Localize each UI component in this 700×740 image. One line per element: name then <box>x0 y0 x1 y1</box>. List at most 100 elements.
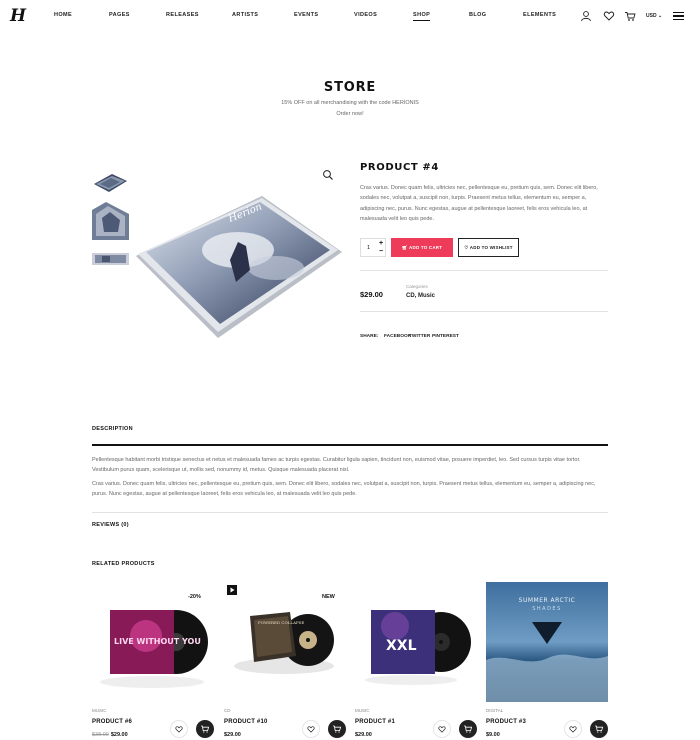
heart-icon: ♡ <box>464 245 469 250</box>
add-to-cart-button[interactable] <box>590 720 608 738</box>
nav-blog[interactable]: BLOG <box>469 12 487 18</box>
wishlist-button[interactable] <box>564 720 582 738</box>
product-title: PRODUCT #4 <box>360 162 439 173</box>
product-category[interactable]: CD <box>224 708 231 713</box>
nav-videos[interactable]: VIDEOS <box>354 12 377 18</box>
add-to-cart-label: ADD TO CART <box>409 245 443 250</box>
cover-subtext: SHADES <box>532 606 562 612</box>
share-twitter[interactable]: TWITTER <box>409 334 430 339</box>
main-nav: HOME PAGES RELEASES ARTISTS EVENTS VIDEO… <box>0 12 700 24</box>
cover-text: SUMMER ARCTIC <box>519 597 576 604</box>
new-badge: NEW <box>322 594 335 600</box>
quantity-decrease[interactable]: − <box>379 248 383 255</box>
cart-icon <box>464 725 473 733</box>
heart-icon <box>307 726 315 733</box>
categories-value[interactable]: CD, Music <box>406 293 435 299</box>
quantity-increase[interactable]: + <box>379 240 383 247</box>
related-product-card[interactable]: LIVE WITHOUT YOU -20% MUSIC PRODUCT #6 $… <box>92 582 214 740</box>
cart-icon[interactable] <box>624 10 636 22</box>
product-price: $29.00 <box>360 290 383 299</box>
page-title: STORE <box>323 80 377 95</box>
nav-elements[interactable]: ELEMENTS <box>523 12 556 18</box>
nav-artists[interactable]: ARTISTS <box>232 12 258 18</box>
play-icon[interactable] <box>227 585 237 595</box>
cart-icon <box>595 725 604 733</box>
heart-icon[interactable] <box>603 10 615 22</box>
product-description: Cras varius. Donec quam felis, ultricies… <box>360 185 598 223</box>
divider <box>360 311 608 312</box>
add-to-wishlist-label: ADD TO WISHLIST <box>469 245 513 250</box>
gallery-thumb-3[interactable] <box>92 251 129 267</box>
current-price: $29.00 <box>110 732 128 738</box>
nav-releases[interactable]: RELEASES <box>166 12 199 18</box>
product-image[interactable]: LIVE WITHOUT YOU <box>92 582 214 702</box>
product-category[interactable]: MUSIC <box>355 708 370 713</box>
categories-label: Categories <box>406 284 428 289</box>
description-paragraph-1: Pellentesque habitant morbi tristique se… <box>92 457 581 474</box>
product-name[interactable]: PRODUCT #3 <box>486 719 526 725</box>
discount-badge: -20% <box>188 594 201 600</box>
share-label: Share: <box>360 334 379 339</box>
divider <box>92 512 608 513</box>
product-price: $29.00 <box>355 732 372 738</box>
old-price: $38.00 <box>92 732 109 738</box>
tab-reviews[interactable]: REVIEWS (0) <box>92 522 129 528</box>
product-category[interactable]: MUSIC <box>92 708 107 713</box>
heart-icon <box>569 726 577 733</box>
site-header: H HOME PAGES RELEASES ARTISTS EVENTS VID… <box>0 0 700 34</box>
cart-icon <box>333 725 342 733</box>
gallery-thumb-2[interactable] <box>92 202 129 240</box>
product-price: $9.00 <box>486 732 500 738</box>
product-image[interactable]: POWERED COLLAPSE <box>224 582 346 702</box>
user-icon[interactable] <box>580 10 592 22</box>
nav-home[interactable]: HOME <box>54 12 72 18</box>
related-product-card[interactable]: POWERED COLLAPSE NEW CD PRODUCT #10 $29.… <box>224 582 346 740</box>
description-paragraph-2: Cras varius. Donec quam felis, ultricies… <box>92 481 596 498</box>
related-product-card[interactable]: SUMMER ARCTIC SHADES DIGITAL PRODUCT #3 … <box>486 582 608 740</box>
cover-text: LIVE WITHOUT YOU <box>114 637 201 646</box>
gallery-thumb-1[interactable] <box>92 170 129 194</box>
add-to-cart-button[interactable] <box>196 720 214 738</box>
quantity-stepper[interactable]: 1 + − <box>360 238 386 257</box>
wishlist-button[interactable] <box>302 720 320 738</box>
product-price: $29.00 <box>224 732 241 738</box>
heart-icon <box>438 726 446 733</box>
product-image[interactable]: SUMMER ARCTIC SHADES <box>486 582 608 702</box>
menu-icon[interactable] <box>673 12 684 22</box>
cover-text: XXL <box>386 638 417 654</box>
zoom-icon[interactable] <box>322 169 334 181</box>
related-products-title: RELATED PRODUCTS <box>92 561 155 567</box>
add-to-cart-button[interactable]: 🛒︎ ADD TO CART <box>391 238 453 257</box>
tab-underline <box>92 444 608 446</box>
heart-icon <box>175 726 183 733</box>
promo-cta: Order now! <box>336 111 364 117</box>
promo-text: 15% OFF on all merchandising with the co… <box>281 100 419 106</box>
nav-events[interactable]: EVENTS <box>294 12 318 18</box>
divider <box>360 270 608 271</box>
nav-pages[interactable]: PAGES <box>109 12 130 18</box>
cart-icon: 🛒︎ <box>401 245 408 250</box>
wishlist-button[interactable] <box>170 720 188 738</box>
wishlist-button[interactable] <box>433 720 451 738</box>
add-to-wishlist-button[interactable]: ♡ ADD TO WISHLIST <box>458 238 519 257</box>
share-pinterest[interactable]: PINTEREST <box>432 334 459 339</box>
share-facebook[interactable]: FACEBOOK <box>384 334 411 339</box>
product-main-image[interactable]: Herion <box>134 190 344 340</box>
product-name[interactable]: PRODUCT #1 <box>355 719 395 725</box>
product-price: $38.00 $29.00 <box>92 732 128 738</box>
currency-label: USD <box>646 13 657 19</box>
tab-description[interactable]: DESCRIPTION <box>92 426 133 432</box>
chevron-down-icon: ⌄ <box>657 13 663 19</box>
related-product-card[interactable]: XXL MUSIC PRODUCT #1 $29.00 <box>355 582 477 740</box>
cover-text: POWERED COLLAPSE <box>258 620 304 625</box>
product-category[interactable]: DIGITAL <box>486 708 503 713</box>
add-to-cart-button[interactable] <box>459 720 477 738</box>
currency-selector[interactable]: USD ⌄ <box>646 13 662 19</box>
cart-icon <box>201 725 210 733</box>
product-name[interactable]: PRODUCT #6 <box>92 719 132 725</box>
nav-shop[interactable]: SHOP <box>413 12 431 21</box>
quantity-value[interactable]: 1 <box>367 245 370 251</box>
product-name[interactable]: PRODUCT #10 <box>224 719 268 725</box>
add-to-cart-button[interactable] <box>328 720 346 738</box>
product-image[interactable]: XXL <box>355 582 477 702</box>
